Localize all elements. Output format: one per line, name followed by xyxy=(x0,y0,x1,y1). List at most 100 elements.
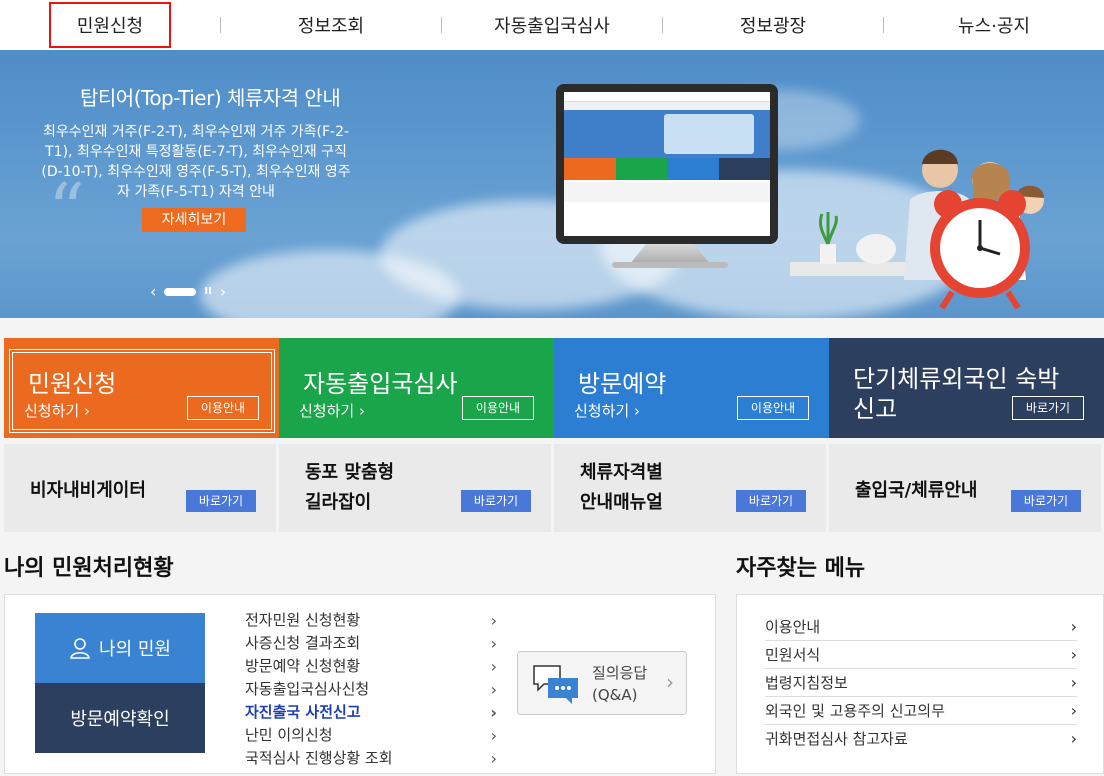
freq-menu-panel: 이용안내 › 민원서식 › 법령지침정보 › 외국인 및 고용주의 신고의무 › 귀화면… xyxy=(736,594,1104,774)
prev-slide-button[interactable]: ‹ xyxy=(150,282,156,301)
hero-controls: ‹ II › xyxy=(150,282,226,301)
tile-short-stay-report[interactable]: 단기체류외국인 숙박 신고 바로가기 xyxy=(829,338,1104,438)
list-item-highlighted[interactable]: 자진출국 사전신고 › xyxy=(245,701,497,724)
chevron-right-icon: › xyxy=(490,634,497,653)
list-item[interactable]: 방문예약 신청현황 › xyxy=(245,655,497,678)
hero-title: 탑티어(Top-Tier) 체류자격 안내 xyxy=(80,86,341,110)
qna-label-line: (Q&A) xyxy=(592,686,638,704)
tile-title: 동포 맞춤형 길라잡이 xyxy=(305,458,394,518)
chevron-right-icon: › xyxy=(490,611,497,630)
freq-menu-item[interactable]: 귀화면접심사 참고자료 › xyxy=(765,725,1077,753)
nav-item-auto-immigration[interactable]: 자동출입국심사 xyxy=(442,0,662,50)
hero-banner: 탑티어(Top-Tier) 체류자격 안내 “ 최우수인재 거주(F-2-T),… xyxy=(0,50,1104,318)
chevron-right-icon: › xyxy=(1070,645,1077,664)
nav-label: 정보광장 xyxy=(739,16,807,37)
user-icon xyxy=(70,638,90,659)
chat-bubbles-icon xyxy=(533,665,578,704)
next-slide-button[interactable]: › xyxy=(220,282,226,301)
tile-go-button[interactable]: 바로가기 xyxy=(736,490,806,512)
nav-item-news[interactable]: 뉴스·공지 xyxy=(884,0,1104,50)
list-item[interactable]: 자동출입국심사신청 › xyxy=(245,678,497,701)
list-item-label: 전자민원 신청현황 xyxy=(245,611,361,629)
qna-button[interactable]: 질의응답 (Q&A) › xyxy=(517,651,687,715)
freq-item-label: 민원서식 xyxy=(765,646,821,664)
tile-title: 민원신청 xyxy=(28,370,117,398)
tile-title: 비자내비게이터 xyxy=(30,480,146,501)
freq-item-label: 법령지침정보 xyxy=(765,674,848,692)
freq-menu-item[interactable]: 외국인 및 고용주의 신고의무 › xyxy=(765,697,1077,725)
freq-item-label: 이용안내 xyxy=(765,618,821,636)
list-item-label: 자진출국 사전신고 xyxy=(245,703,361,721)
freq-menu-item[interactable]: 이용안내 › xyxy=(765,613,1077,641)
freq-menu-item[interactable]: 민원서식 › xyxy=(765,641,1077,669)
qna-label: 질의응답 (Q&A) xyxy=(592,662,647,706)
freq-menu-heading: 자주찾는 메뉴 xyxy=(736,556,866,581)
list-item-label: 자동출입국심사신청 xyxy=(245,680,370,698)
tile-apply-link[interactable]: 신청하기 › xyxy=(24,400,90,421)
tile-civil-petition[interactable]: 민원신청 신청하기 › 이용안내 xyxy=(4,338,279,438)
list-item-label: 방문예약 신청현황 xyxy=(245,657,361,675)
freq-menu-item[interactable]: 법령지침정보 › xyxy=(765,669,1077,697)
tile-status-manual[interactable]: 체류자격별 안내매뉴얼 바로가기 xyxy=(554,444,826,532)
nav-item-civil-petition[interactable]: 민원신청 xyxy=(0,0,220,50)
monitor-base xyxy=(612,262,728,268)
nav-label: 민원신청 xyxy=(48,2,172,48)
freq-item-label: 귀화면접심사 참고자료 xyxy=(765,730,908,748)
my-petition-button[interactable]: 나의 민원 xyxy=(35,613,205,683)
list-item-label: 난민 이의신청 xyxy=(245,726,333,744)
alarm-clock-icon xyxy=(930,190,1030,310)
pause-slide-button[interactable]: II xyxy=(204,286,211,297)
qna-label-line: 질의응답 xyxy=(592,664,648,682)
tile-auto-immigration[interactable]: 자동출입국심사 신청하기 › 이용안내 xyxy=(279,338,554,438)
chevron-right-icon: › xyxy=(1070,617,1077,636)
tile-guide-button[interactable]: 이용안내 xyxy=(737,396,809,420)
visit-check-button[interactable]: 방문예약확인 xyxy=(35,683,205,753)
chevron-right-icon: › xyxy=(666,670,674,694)
tile-immigration-guide[interactable]: 출입국/체류안내 바로가기 xyxy=(829,444,1101,532)
my-status-panel: 나의 민원 방문예약확인 전자민원 신청현황 › 사증신청 결과조회 › 방문예약 … xyxy=(4,594,716,774)
tile-title-line: 안내매뉴얼 xyxy=(580,492,663,513)
nav-item-info-lookup[interactable]: 정보조회 xyxy=(221,0,441,50)
tile-apply-link[interactable]: 신청하기 › xyxy=(574,400,640,421)
slide-indicator[interactable] xyxy=(164,287,197,296)
chevron-right-icon: › xyxy=(490,726,497,745)
tile-guide-button[interactable]: 이용안내 xyxy=(462,396,534,420)
tile-go-button[interactable]: 바로가기 xyxy=(461,490,531,512)
tile-title-line: 체류자격별 xyxy=(580,462,663,483)
tile-compatriot-guide[interactable]: 동포 맞춤형 길라잡이 바로가기 xyxy=(279,444,551,532)
nav-item-info-plaza[interactable]: 정보광장 xyxy=(663,0,883,50)
chevron-right-icon: › xyxy=(490,657,497,676)
tile-guide-button[interactable]: 이용안내 xyxy=(187,396,259,420)
list-item-label: 사증신청 결과조회 xyxy=(245,634,361,652)
chevron-right-icon: › xyxy=(490,680,497,699)
chevron-right-icon: › xyxy=(1070,729,1077,748)
tile-go-button[interactable]: 바로가기 xyxy=(1011,490,1081,512)
tile-visa-navigator[interactable]: 비자내비게이터 바로가기 xyxy=(4,444,276,532)
tile-apply-link[interactable]: 신청하기 › xyxy=(299,400,365,421)
monitor-screen xyxy=(564,92,770,236)
tile-title-line: 길라잡이 xyxy=(305,492,372,513)
chevron-right-icon: › xyxy=(490,749,497,768)
list-item[interactable]: 전자민원 신청현황 › xyxy=(245,609,497,632)
monitor-illustration xyxy=(556,84,778,244)
tile-go-button[interactable]: 바로가기 xyxy=(1012,396,1084,420)
tile-title: 체류자격별 안내매뉴얼 xyxy=(580,458,663,518)
plant-icon xyxy=(818,212,838,264)
tile-go-button[interactable]: 바로가기 xyxy=(186,490,256,512)
hero-text: 최우수인재 거주(F-2-T), 최우수인재 거주 가족(F-2-T1), 최우… xyxy=(41,124,351,200)
my-petition-label: 나의 민원 xyxy=(99,639,171,660)
my-status-list: 전자민원 신청현황 › 사증신청 결과조회 › 방문예약 신청현황 › 자동출입국심사… xyxy=(245,609,497,770)
nav-label: 뉴스·공지 xyxy=(958,16,1030,37)
list-item[interactable]: 난민 이의신청 › xyxy=(245,724,497,747)
freq-menu-list: 이용안내 › 민원서식 › 법령지침정보 › 외국인 및 고용주의 신고의무 › 귀화면… xyxy=(765,613,1077,753)
tile-title-line: 단기체류외국인 숙박 xyxy=(853,365,1060,393)
tile-title: 출입국/체류안내 xyxy=(855,480,978,501)
list-item[interactable]: 사증신청 결과조회 › xyxy=(245,632,497,655)
tile-title-line: 동포 맞춤형 xyxy=(305,462,395,483)
chevron-right-icon: › xyxy=(490,703,497,722)
chevron-right-icon: › xyxy=(1070,701,1077,720)
hero-detail-button[interactable]: 자세히보기 xyxy=(142,208,246,232)
list-item[interactable]: 국적심사 진행상황 조회 › xyxy=(245,747,497,770)
tile-visit-reservation[interactable]: 방문예약 신청하기 › 이용안내 xyxy=(554,338,829,438)
service-tiles: 민원신청 신청하기 › 이용안내 자동출입국심사 신청하기 › 이용안내 방문예… xyxy=(4,338,1104,438)
